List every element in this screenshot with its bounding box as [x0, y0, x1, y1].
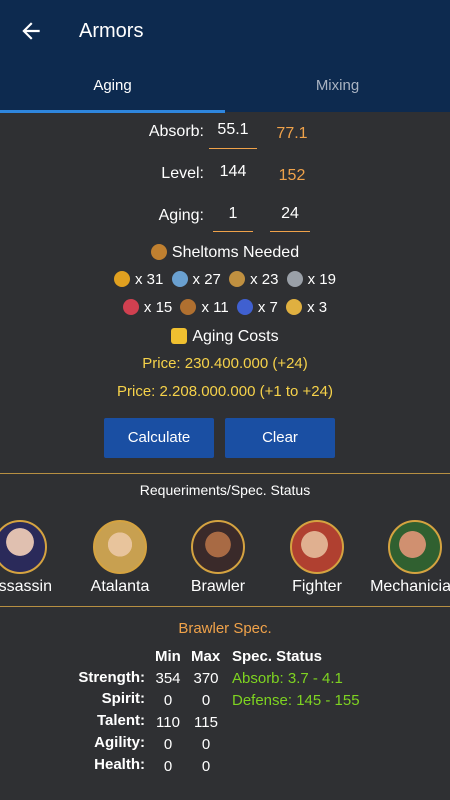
atalanta-portrait: [93, 520, 147, 574]
class-fighter[interactable]: Fighter: [262, 520, 372, 596]
calculate-button[interactable]: Calculate: [104, 418, 214, 458]
sheltom-gem-icon: [229, 271, 246, 287]
spec-row-min: 0: [163, 692, 173, 709]
sheltom-gem-icon: [236, 299, 253, 315]
price-single: Price: 230.400.000 (+24): [142, 355, 308, 372]
spec-row-min: 110: [156, 714, 180, 731]
brawler-portrait: [191, 520, 245, 574]
class-brawler[interactable]: Brawler: [163, 520, 273, 596]
absorb-label: Absorb:: [148, 123, 204, 140]
sheltom-gem-icon: [171, 271, 188, 287]
aging-from-input[interactable]: 1: [213, 205, 253, 223]
sheltoms-row-2: x 15 x 11 x 7 x 3: [0, 299, 450, 316]
absorb-result: 77.1: [276, 125, 308, 142]
spec-row-label: Talent:: [96, 712, 145, 729]
absorb-input[interactable]: 55.1: [209, 121, 257, 139]
spec-row-max: 0: [201, 692, 211, 709]
sheltom-item: x 27: [171, 271, 221, 288]
sheltom-item: x 23: [229, 271, 278, 288]
aging-costs-title: Aging Costs: [192, 328, 279, 345]
level-input[interactable]: 144: [209, 163, 257, 181]
sheltom-item: x 7: [236, 299, 278, 316]
sheltom-icon: [150, 244, 167, 260]
sheltom-gem-icon: [122, 299, 139, 315]
sheltoms-row-1: x 31 x 27 x 23 x 19: [0, 271, 450, 288]
tab-mixing[interactable]: Mixing: [225, 74, 450, 98]
spec-header-status: Spec. Status: [232, 648, 323, 665]
spec-row-min: 0: [163, 736, 173, 753]
spec-row-max: 0: [201, 758, 211, 775]
aging-costs-heading: Aging Costs: [0, 328, 450, 346]
tab-indicator: [0, 110, 225, 113]
sheltom-gem-icon: [286, 299, 303, 315]
spec-title: Brawler Spec.: [178, 620, 272, 637]
assassin-portrait: [0, 520, 47, 574]
sheltoms-heading: Sheltoms Needed: [0, 244, 450, 262]
sheltom-item: x 31: [114, 271, 163, 288]
divider: [0, 606, 450, 607]
page-title: Armors: [79, 20, 144, 42]
tab-aging[interactable]: Aging: [0, 74, 225, 98]
divider: [0, 473, 450, 474]
sheltom-item: x 15: [122, 299, 172, 316]
aging-from-underline: [213, 231, 253, 232]
spec-header-min: Min: [155, 648, 181, 665]
spec-status-absorb: Absorb: 3.7 - 4.1: [232, 670, 343, 687]
class-atalanta[interactable]: Atalanta: [65, 520, 175, 596]
spec-row-min: 0: [163, 758, 173, 775]
spec-row-min: 354: [155, 670, 181, 687]
class-assassin[interactable]: Assassin: [0, 520, 75, 596]
sheltom-item: x 19: [286, 271, 336, 288]
fighter-portrait: [290, 520, 344, 574]
sheltoms-title: Sheltoms Needed: [171, 244, 300, 261]
aging-to-input[interactable]: 24: [270, 205, 310, 223]
mechanician-portrait: [388, 520, 442, 574]
class-mechanician[interactable]: Mechanician: [360, 520, 450, 596]
spec-row-label: Strength:: [78, 669, 145, 686]
level-result: 152: [278, 167, 306, 184]
aging-to-underline: [270, 231, 310, 232]
spec-row-label: Spirit:: [101, 690, 145, 707]
spec-row-max: 0: [201, 736, 211, 753]
price-total: Price: 2.208.000.000 (+1 to +24): [117, 383, 333, 400]
sheltom-gem-icon: [114, 271, 131, 287]
level-label: Level:: [161, 165, 204, 182]
coins-icon: [171, 328, 188, 344]
arrow-left-icon[interactable]: [18, 18, 44, 44]
spec-row-max: 370: [193, 670, 219, 687]
sheltom-gem-icon: [286, 271, 303, 287]
sheltom-item: x 3: [286, 299, 327, 316]
app-bar: Armors Aging Mixing: [0, 0, 450, 113]
spec-row-max: 115: [194, 714, 218, 731]
spec-row-label: Health:: [94, 756, 145, 773]
spec-header-max: Max: [191, 648, 221, 665]
absorb-input-underline: [209, 148, 257, 149]
sheltom-gem-icon: [180, 299, 197, 315]
aging-label: Aging:: [158, 207, 204, 224]
requirements-title: Requeriments/Spec. Status: [139, 482, 311, 498]
clear-button[interactable]: Clear: [225, 418, 335, 458]
spec-status-defense: Defense: 145 - 155: [232, 692, 360, 709]
sheltom-item: x 11: [180, 299, 229, 316]
spec-row-label: Agility:: [94, 734, 145, 751]
